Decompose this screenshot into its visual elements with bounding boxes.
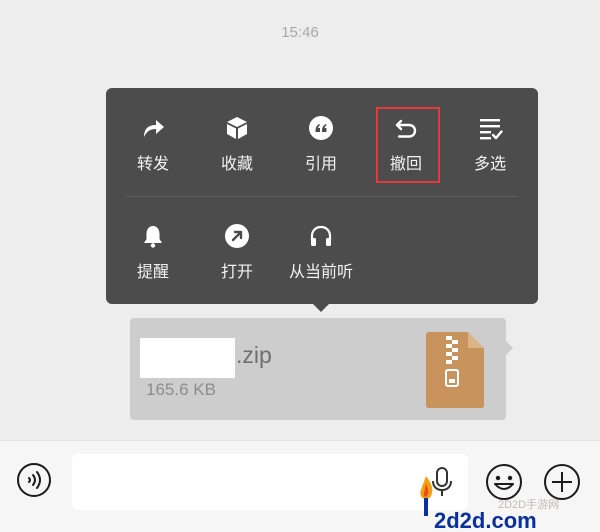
voice-wave-icon[interactable] [16, 462, 52, 498]
menu-item-quote[interactable]: 引用 [285, 114, 357, 174]
menu-divider [126, 196, 518, 197]
headphones-icon [310, 225, 332, 246]
favorite-cube-icon [227, 117, 247, 139]
menu-item-label: 从当前听 [288, 262, 353, 281]
menu-item-open[interactable]: 打开 [201, 222, 273, 282]
bell-icon [144, 226, 162, 248]
menu-item-remind[interactable]: 提醒 [117, 222, 189, 282]
multi-select-icon [480, 119, 503, 140]
menu-item-multi-select[interactable]: 多选 [454, 114, 526, 174]
quote-icon [309, 116, 333, 140]
menu-item-label: 收藏 [220, 154, 253, 173]
zip-archive-icon [426, 332, 484, 408]
file-extension: .zip [236, 342, 272, 368]
recall-highlight-box [376, 107, 440, 183]
menu-item-favorite[interactable]: 收藏 [201, 114, 273, 174]
bubble-tail [505, 340, 513, 356]
menu-item-label: 转发 [136, 154, 169, 173]
message-input[interactable] [72, 454, 468, 510]
menu-item-label: 提醒 [136, 262, 169, 281]
menu-item-label: 打开 [220, 262, 253, 281]
forward-icon [144, 120, 164, 137]
menu-item-label: 引用 [304, 154, 337, 173]
message-timestamp: 15:46 [281, 24, 319, 41]
file-size: 165.6 KB [146, 380, 216, 399]
menu-item-forward[interactable]: 转发 [117, 114, 189, 174]
watermark-domain: 2d2d.com [434, 508, 537, 532]
file-name-redacted [140, 338, 235, 378]
open-arrow-icon [225, 224, 249, 248]
menu-item-listen-from-here[interactable]: 从当前听 [285, 222, 357, 282]
menu-item-label: 多选 [473, 154, 506, 173]
context-menu-pointer [312, 303, 330, 312]
